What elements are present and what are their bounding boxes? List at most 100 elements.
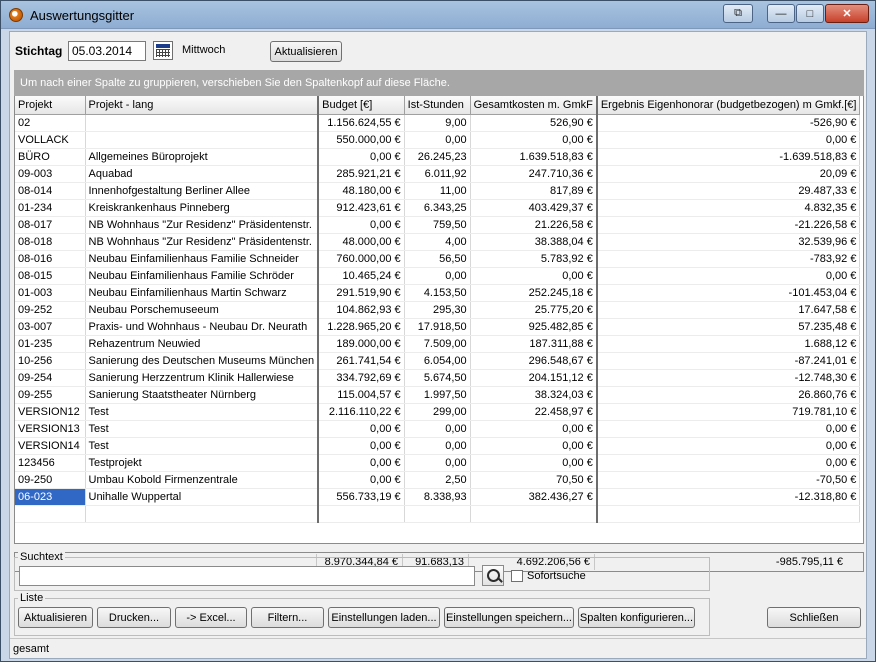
table-row[interactable]: 06-023 Unihalle Wuppertal 556.733,19 €8.33… (15, 488, 861, 506)
table-cell[interactable]: 5.783,92 € (470, 250, 598, 268)
table-cell[interactable]: 6.343,25 (404, 199, 471, 217)
table-cell[interactable]: 08-017 (15, 216, 86, 234)
table-cell[interactable]: 759,50 (404, 216, 471, 234)
table-cell[interactable]: 17.647,58 € (596, 301, 861, 319)
table-cell[interactable]: 0,00 € (470, 420, 598, 438)
table-cell[interactable]: Test (85, 420, 320, 438)
table-cell[interactable]: 8.338,93 (404, 488, 471, 506)
table-row[interactable]: 08-014 Innenhofgestaltung Berliner Allee 4… (15, 182, 861, 200)
table-cell[interactable]: 09-252 (15, 301, 86, 319)
table-cell[interactable]: NB Wohnhaus "Zur Residenz" Präsidentenst… (85, 233, 320, 251)
table-row[interactable]: 08-018 NB Wohnhaus "Zur Residenz" Präside… (15, 233, 861, 251)
table-row[interactable]: 09-255 Sanierung Staatstheater Nürnberg 11… (15, 386, 861, 404)
date-field[interactable]: 05.03.2014 (68, 41, 146, 61)
table-cell[interactable]: 187.311,88 € (470, 335, 598, 353)
table-cell[interactable]: BÜRO (15, 148, 86, 166)
instant-search-checkbox[interactable] (511, 570, 523, 582)
table-cell[interactable]: Unihalle Wuppertal (85, 488, 320, 506)
table-row[interactable]: 08-016 Neubau Einfamilienhaus Familie Sch… (15, 250, 861, 268)
table-cell[interactable]: 09-250 (15, 471, 86, 489)
table-cell[interactable]: Neubau Porschemuseeum (85, 301, 320, 319)
table-cell[interactable]: 0,00 € (318, 471, 405, 489)
table-cell[interactable]: 1.639.518,83 € (470, 148, 598, 166)
table-cell[interactable]: 29.487,33 € (596, 182, 861, 200)
search-icon[interactable] (482, 565, 504, 586)
group-by-panel[interactable]: Um nach einer Spalte zu gruppieren, vers… (14, 70, 864, 96)
print-button[interactable]: Drucken... (97, 607, 171, 628)
table-cell[interactable]: 719.781,10 € (596, 403, 861, 421)
table-row[interactable]: 08-015 Neubau Einfamilienhaus Familie Sch… (15, 267, 861, 285)
excel-export-button[interactable]: -> Excel... (175, 607, 247, 628)
table-cell[interactable]: 0,00 € (318, 454, 405, 472)
table-cell[interactable]: 32.539,96 € (596, 233, 861, 251)
table-cell[interactable]: 01-234 (15, 199, 86, 217)
table-cell[interactable]: 0,00 € (596, 437, 861, 455)
table-cell[interactable]: 09-255 (15, 386, 86, 404)
table-cell[interactable]: VERSION12 (15, 403, 86, 421)
table-cell[interactable]: Innenhofgestaltung Berliner Allee (85, 182, 320, 200)
table-cell[interactable]: 204.151,12 € (470, 369, 598, 387)
table-cell[interactable]: Kreiskrankenhaus Pinneberg (85, 199, 320, 217)
table-cell[interactable]: 1.156.624,55 € (318, 114, 405, 132)
table-cell[interactable]: Test (85, 437, 320, 455)
table-cell[interactable]: -101.453,04 € (596, 284, 861, 302)
table-cell[interactable]: 0,00 (404, 420, 471, 438)
table-cell[interactable]: 26.860,76 € (596, 386, 861, 404)
table-cell[interactable]: 0,00 € (596, 131, 861, 149)
table-cell[interactable]: 382.436,27 € (470, 488, 598, 506)
table-cell[interactable]: Testprojekt (85, 454, 320, 472)
header-result[interactable]: Ergebnis Eigenhonorar (budgetbezogen) m … (596, 96, 861, 115)
table-cell[interactable]: 4,00 (404, 233, 471, 251)
table-cell[interactable]: 261.741,54 € (318, 352, 405, 370)
table-row[interactable]: 08-017 NB Wohnhaus "Zur Residenz" Präside… (15, 216, 861, 234)
search-input[interactable] (19, 566, 475, 586)
table-cell[interactable]: 550.000,00 € (318, 131, 405, 149)
table-cell[interactable]: 02 (15, 114, 86, 132)
table-cell[interactable]: 115.004,57 € (318, 386, 405, 404)
table-cell[interactable]: 0,00 (404, 437, 471, 455)
list-refresh-button[interactable]: Aktualisieren (18, 607, 93, 628)
calendar-icon[interactable] (153, 41, 173, 60)
table-cell[interactable]: Neubau Einfamilienhaus Martin Schwarz (85, 284, 320, 302)
table-cell[interactable]: 4.832,35 € (596, 199, 861, 217)
table-row[interactable]: 123456 Testprojekt 0,00 €0,00 0,00 €0,00 € (15, 454, 861, 472)
table-cell[interactable]: 556.733,19 € (318, 488, 405, 506)
table-cell[interactable]: -87.241,01 € (596, 352, 861, 370)
table-cell[interactable]: Rehazentrum Neuwied (85, 335, 320, 353)
table-cell[interactable]: 2.116.110,22 € (318, 403, 405, 421)
table-cell[interactable]: 08-016 (15, 250, 86, 268)
table-row[interactable]: VOLLACK 550.000,00 €0,00 0,00 €0,00 € (15, 131, 861, 149)
table-cell[interactable]: 817,89 € (470, 182, 598, 200)
table-row[interactable]: 09-252 Neubau Porschemuseeum 104.862,93 €2… (15, 301, 861, 319)
table-cell[interactable]: 22.458,97 € (470, 403, 598, 421)
table-cell[interactable]: Sanierung des Deutschen Museums München (85, 352, 320, 370)
table-cell[interactable]: 08-018 (15, 233, 86, 251)
table-cell[interactable]: 760.000,00 € (318, 250, 405, 268)
table-cell[interactable]: 526,90 € (470, 114, 598, 132)
table-cell[interactable]: 20,09 € (596, 165, 861, 183)
table-cell[interactable]: 0,00 € (318, 420, 405, 438)
table-cell[interactable]: 48.180,00 € (318, 182, 405, 200)
table-cell[interactable]: 01-235 (15, 335, 86, 353)
title-bar[interactable]: Auswertungsgitter ⧉ — □ ✕ (1, 1, 875, 29)
table-cell[interactable]: 0,00 € (596, 267, 861, 285)
table-cell[interactable] (85, 131, 320, 149)
table-cell[interactable]: Neubau Einfamilienhaus Familie Schröder (85, 267, 320, 285)
table-row[interactable]: VERSION13 Test 0,00 €0,00 0,00 €0,00 € (15, 420, 861, 438)
table-cell[interactable]: 295,30 (404, 301, 471, 319)
table-cell[interactable]: 0,00 € (470, 454, 598, 472)
table-cell[interactable]: 10.465,24 € (318, 267, 405, 285)
table-cell[interactable]: Umbau Kobold Firmenzentrale (85, 471, 320, 489)
table-row[interactable]: 10-256 Sanierung des Deutschen Museums Mü… (15, 352, 861, 370)
table-cell[interactable]: 299,00 (404, 403, 471, 421)
table-cell[interactable]: 25.775,20 € (470, 301, 598, 319)
minimize-button[interactable]: — (767, 4, 795, 23)
table-row[interactable]: BÜRO Allgemeines Büroprojekt 0,00 €26.245,… (15, 148, 861, 166)
table-cell[interactable]: NB Wohnhaus "Zur Residenz" Präsidentenst… (85, 216, 320, 234)
header-project-long[interactable]: Projekt - lang (85, 96, 320, 115)
table-row[interactable]: 01-234 Kreiskrankenhaus Pinneberg 912.423,… (15, 199, 861, 217)
load-settings-button[interactable]: Einstellungen laden... (328, 607, 440, 628)
table-cell[interactable]: Allgemeines Büroprojekt (85, 148, 320, 166)
table-cell[interactable]: -12.318,80 € (596, 488, 861, 506)
table-cell[interactable]: 0,00 € (596, 420, 861, 438)
